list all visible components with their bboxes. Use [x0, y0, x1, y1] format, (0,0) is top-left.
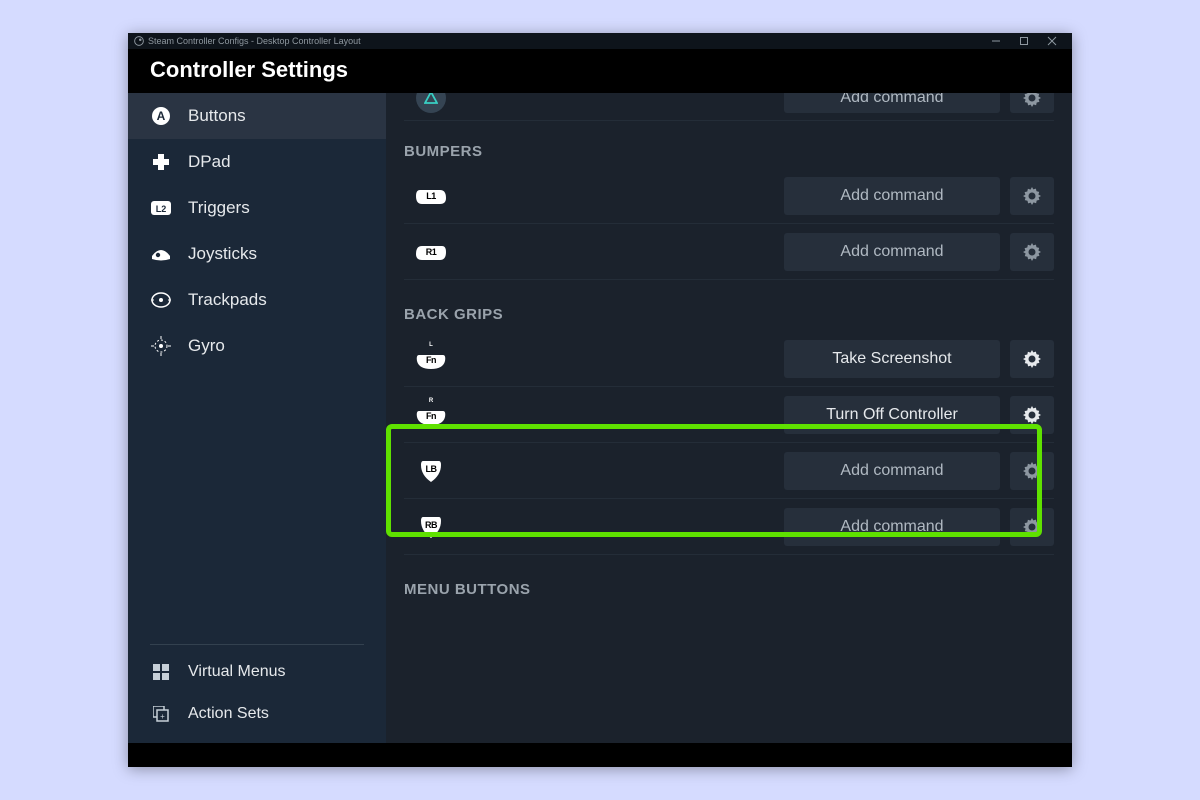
gear-icon	[1022, 405, 1042, 425]
settings-button[interactable]	[1010, 452, 1054, 490]
settings-button[interactable]	[1010, 93, 1054, 113]
l1-bumper-icon: L1	[416, 186, 446, 206]
sidebar: A Buttons DPad L2 Triggers J	[128, 93, 386, 743]
sidebar-item-label: Buttons	[188, 106, 246, 126]
r1-bumper-icon: R1	[416, 242, 446, 262]
l2-icon: L2	[150, 197, 172, 219]
binding-row-l-fn: L Fn Take Screenshot	[404, 331, 1054, 387]
binding-row-r-fn: R Fn Turn Off Controller	[404, 387, 1054, 443]
steam-logo-icon	[134, 36, 144, 46]
sidebar-item-triggers[interactable]: L2 Triggers	[128, 185, 386, 231]
sidebar-item-joysticks[interactable]: Joysticks	[128, 231, 386, 277]
sidebar-item-action-sets[interactable]: + Action Sets	[128, 693, 386, 743]
sidebar-item-dpad[interactable]: DPad	[128, 139, 386, 185]
section-title-backgrips: BACK GRIPS	[404, 306, 1054, 323]
section-title-menubuttons: MENU BUTTONS	[404, 581, 1054, 598]
sidebar-item-label: Trackpads	[188, 290, 267, 310]
binding-row-rb: RB Add command	[404, 499, 1054, 555]
command-button[interactable]: Add command	[784, 508, 1000, 546]
binding-row-l1: L1 Add command	[404, 168, 1054, 224]
close-button[interactable]	[1038, 33, 1066, 49]
l-fn-grip-icon: L Fn	[416, 349, 446, 369]
settings-button[interactable]	[1010, 177, 1054, 215]
titlebar: Steam Controller Configs - Desktop Contr…	[128, 33, 1072, 49]
gear-icon	[1022, 461, 1042, 481]
command-button[interactable]: Add command	[784, 452, 1000, 490]
gear-icon	[1022, 186, 1042, 206]
gear-icon	[1022, 349, 1042, 369]
sidebar-item-label: Virtual Menus	[188, 663, 286, 681]
footer	[128, 743, 1072, 767]
app-window: Steam Controller Configs - Desktop Contr…	[128, 33, 1072, 767]
minimize-button[interactable]	[982, 33, 1010, 49]
joystick-icon	[150, 243, 172, 265]
r-fn-grip-icon: R Fn	[416, 405, 446, 425]
lb-grip-icon: LB	[419, 459, 443, 483]
svg-text:+: +	[160, 712, 165, 721]
layers-icon: +	[150, 703, 172, 725]
sidebar-item-trackpads[interactable]: Trackpads	[128, 277, 386, 323]
grid-icon	[150, 661, 172, 683]
maximize-button[interactable]	[1010, 33, 1038, 49]
sidebar-item-label: Triggers	[188, 198, 250, 218]
command-button[interactable]: Add command	[784, 93, 1000, 113]
svg-text:L2: L2	[156, 204, 167, 214]
binding-row-r1: R1 Add command	[404, 224, 1054, 280]
binding-row-lb: LB Add command	[404, 443, 1054, 499]
sidebar-item-label: Action Sets	[188, 705, 269, 723]
svg-text:A: A	[157, 109, 166, 123]
trackpad-icon	[150, 289, 172, 311]
rb-grip-icon: RB	[419, 515, 443, 539]
sidebar-item-label: Joysticks	[188, 244, 257, 264]
sidebar-item-buttons[interactable]: A Buttons	[128, 93, 386, 139]
command-button[interactable]: Take Screenshot	[784, 340, 1000, 378]
triangle-face-icon	[416, 93, 446, 113]
command-button[interactable]: Add command	[784, 233, 1000, 271]
content-panel: Add command BUMPERS L1 Add com	[386, 93, 1072, 743]
settings-button[interactable]	[1010, 340, 1054, 378]
sidebar-item-label: DPad	[188, 152, 231, 172]
settings-button[interactable]	[1010, 508, 1054, 546]
window-title: Steam Controller Configs - Desktop Contr…	[148, 36, 361, 46]
sidebar-divider	[150, 644, 364, 645]
settings-button[interactable]	[1010, 396, 1054, 434]
gear-icon	[1022, 517, 1042, 537]
settings-button[interactable]	[1010, 233, 1054, 271]
sidebar-item-label: Gyro	[188, 336, 225, 356]
gear-icon	[1022, 242, 1042, 262]
sidebar-item-virtual-menus[interactable]: Virtual Menus	[128, 651, 386, 693]
command-button[interactable]: Turn Off Controller	[784, 396, 1000, 434]
command-button[interactable]: Add command	[784, 177, 1000, 215]
a-button-icon: A	[150, 105, 172, 127]
plus-icon	[150, 151, 172, 173]
section-title-bumpers: BUMPERS	[404, 143, 1054, 160]
gear-icon	[1022, 93, 1042, 108]
page-title: Controller Settings	[128, 49, 1072, 93]
sidebar-item-gyro[interactable]: Gyro	[128, 323, 386, 369]
gyro-icon	[150, 335, 172, 357]
binding-row: Add command	[404, 93, 1054, 121]
body: A Buttons DPad L2 Triggers J	[128, 93, 1072, 743]
